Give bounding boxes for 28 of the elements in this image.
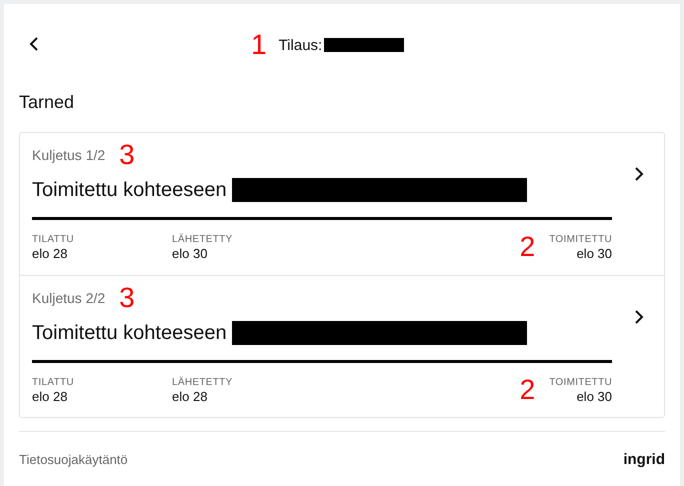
annotation-number: 2: [520, 375, 536, 405]
shipment-status: Toimitettu kohteeseen: [32, 178, 227, 202]
shipment-status: Toimitettu kohteeseen: [32, 322, 227, 344]
step-label: LÄHETETTY: [172, 234, 232, 245]
brand-logo: ingrid: [623, 450, 665, 468]
shipment-label: Kuljetus 2/2: [32, 290, 106, 306]
step-date: elo 30: [576, 246, 612, 261]
order-title: Tilaus:: [278, 36, 322, 54]
annotation-number: 2: [520, 232, 536, 262]
shipment-label: Kuljetus 1/2: [32, 147, 106, 163]
back-icon[interactable]: [28, 37, 40, 51]
step-date: elo 28: [32, 246, 68, 261]
chevron-right-icon: [634, 167, 644, 181]
step-label: LÄHETETTY: [172, 377, 232, 388]
step-date: elo 30: [172, 246, 208, 261]
annotation-number: 3: [119, 140, 135, 170]
step-label: TOIMITETTU: [549, 377, 612, 388]
chevron-right-icon: [634, 310, 644, 324]
section-title: Tarned: [19, 91, 76, 114]
privacy-link[interactable]: Tietosuojakäytäntö: [19, 452, 128, 466]
step-date: elo 30: [576, 389, 612, 404]
step-label: TOIMITETTU: [549, 234, 612, 245]
step-date: elo 28: [32, 389, 68, 404]
annotation-number: 3: [119, 283, 135, 313]
step-date: elo 28: [172, 389, 208, 404]
step-label: TILATTU: [32, 234, 75, 245]
annotation-number: 1: [251, 30, 267, 60]
step-label: TILATTU: [32, 377, 75, 388]
